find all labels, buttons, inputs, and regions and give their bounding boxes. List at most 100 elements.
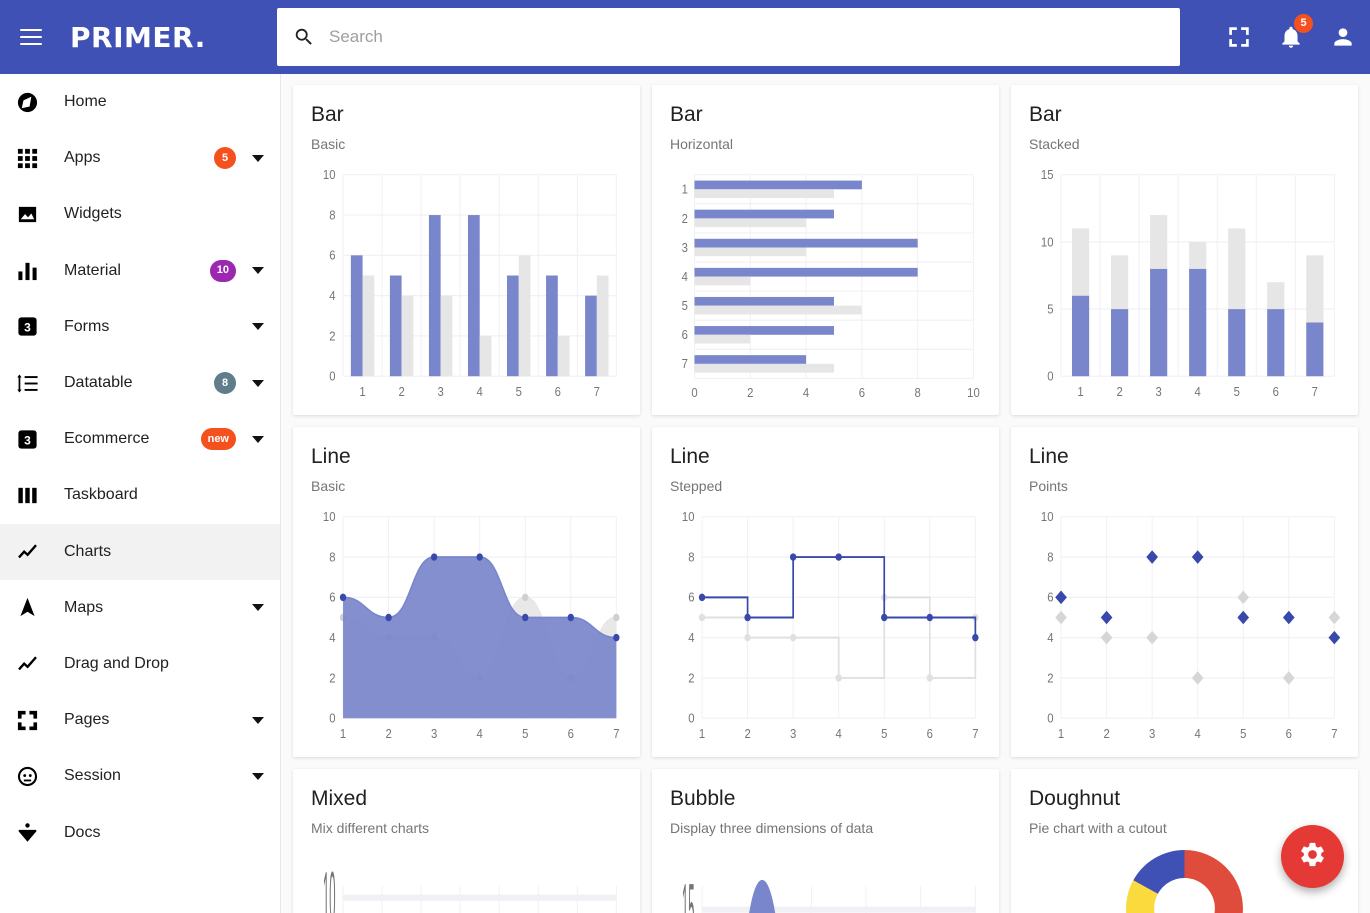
svg-text:2: 2 [329,329,335,344]
sidebar-item-datatable[interactable]: Datatable8 [0,355,280,411]
chart-card-subtitle: Stacked [1029,136,1340,152]
svg-text:10: 10 [1041,235,1054,250]
svg-text:4: 4 [329,289,335,304]
svg-text:8: 8 [915,386,921,401]
svg-text:4: 4 [682,269,688,284]
sidebar-item-home[interactable]: Home [0,74,280,130]
sidebar-item-ecommerce[interactable]: 3Ecommercenew [0,411,280,467]
svg-text:3: 3 [1156,384,1162,399]
columns-icon [12,480,42,510]
chart-card-title: Bar [311,101,622,128]
sidebar-item-label: Forms [64,318,248,336]
brand-logo[interactable]: PRIMER. [70,21,206,54]
chevron-down-icon[interactable] [252,155,264,162]
chart-card-title: Line [1029,443,1340,470]
svg-text:10: 10 [323,168,336,183]
sidebar-item-material[interactable]: Material10 [0,243,280,299]
chevron-down-icon[interactable] [252,436,264,443]
chart-canvas-bar-basic[interactable]: 02468101234567 [311,166,622,405]
chart-card-subtitle: Display three dimensions of data [670,820,981,836]
svg-text:1: 1 [1058,726,1064,741]
sidebar-item-charts[interactable]: Charts [0,524,280,580]
book-icon [12,818,42,848]
sidebar-item-apps[interactable]: Apps5 [0,130,280,186]
settings-fab-button[interactable] [1281,825,1344,888]
svg-text:4: 4 [1195,726,1201,741]
sidebar-item-drag-and-drop[interactable]: Drag and Drop [0,636,280,692]
svg-text:8: 8 [329,208,335,223]
svg-text:5: 5 [516,384,522,399]
svg-text:7: 7 [1312,384,1318,399]
chevron-down-icon[interactable] [252,717,264,724]
chevron-down-icon[interactable] [252,267,264,274]
sidebar-item-widgets[interactable]: Widgets [0,186,280,242]
fullscreen-icon[interactable] [1226,24,1252,50]
chart-card-subtitle: Stepped [670,478,981,494]
svg-text:1: 1 [340,726,346,741]
svg-text:0: 0 [329,711,335,726]
sidebar-item-docs[interactable]: Docs [0,804,280,860]
chevron-down-icon[interactable] [252,323,264,330]
chart-canvas-line-points[interactable]: 02468101234567 [1029,508,1340,747]
svg-text:2: 2 [688,671,694,686]
svg-text:0: 0 [691,386,697,401]
svg-text:1: 1 [359,384,365,399]
svg-text:8: 8 [688,550,694,565]
notifications-bell-icon[interactable]: 5 [1278,24,1304,50]
svg-text:6: 6 [682,328,688,343]
svg-text:3: 3 [1149,726,1155,741]
svg-text:1: 1 [682,182,688,197]
svg-text:7: 7 [594,384,600,399]
user-account-icon[interactable] [1330,24,1356,50]
chart-card-line-basic: LineBasic02468101234567 [293,427,640,757]
svg-text:7: 7 [682,357,688,372]
chart-canvas-bubble[interactable]: 15 [670,850,981,913]
svg-text:6: 6 [568,726,574,741]
chevron-down-icon[interactable] [252,604,264,611]
chart-canvas-bar-horizontal[interactable]: 02468101234567 [670,166,981,405]
sidebar-item-badge: 5 [214,147,236,169]
sidebar-item-label: Drag and Drop [64,655,248,673]
chart-card-title: Mixed [311,785,622,812]
svg-text:4: 4 [1047,631,1053,646]
chart-canvas-line-stepped[interactable]: 02468101234567 [670,508,981,747]
app-root: PRIMER. 5 HomeApps5WidgetsMaterial10 3 For… [0,0,1370,913]
svg-text:10: 10 [682,510,695,525]
sidebar-item-label: Taskboard [64,486,248,504]
svg-text:15: 15 [682,870,695,913]
svg-text:5: 5 [1047,302,1053,317]
sidebar-item-maps[interactable]: Maps [0,580,280,636]
top-navigation-bar: PRIMER. 5 [0,0,1370,74]
chart-canvas-bar-stacked[interactable]: 0510151234567 [1029,166,1340,405]
svg-text:4: 4 [477,726,483,741]
svg-text:2: 2 [744,726,750,741]
chevron-down-icon[interactable] [252,380,264,387]
svg-text:2: 2 [385,726,391,741]
sidebar-item-label: Charts [64,543,248,561]
sidebar-item-pages[interactable]: Pages [0,692,280,748]
svg-text:2: 2 [1047,671,1053,686]
search-input[interactable] [329,27,1164,47]
hamburger-icon[interactable] [12,18,50,56]
chart-card-subtitle: Mix different charts [311,820,622,836]
chart-canvas-mixed[interactable]: 108 [311,850,622,913]
sidebar-item-session[interactable]: Session [0,748,280,804]
svg-text:3: 3 [790,726,796,741]
chevron-down-icon[interactable] [252,773,264,780]
svg-text:15: 15 [1041,168,1054,183]
svg-text:3: 3 [24,321,31,335]
navigate-icon [12,593,42,623]
svg-text:6: 6 [329,248,335,263]
chart-card-title: Line [670,443,981,470]
search-bar[interactable] [277,8,1180,66]
sidebar-item-taskboard[interactable]: Taskboard [0,467,280,523]
svg-text:5: 5 [682,299,688,314]
search-icon [293,26,315,48]
sidebar-item-forms[interactable]: 3 Forms [0,299,280,355]
chart-canvas-line-basic[interactable]: 02468101234567 [311,508,622,747]
svg-text:3: 3 [24,433,31,447]
svg-text:2: 2 [1116,384,1122,399]
svg-text:4: 4 [1195,384,1201,399]
sidebar-item-label: Pages [64,711,248,729]
chart-card-title: Bubble [670,785,981,812]
